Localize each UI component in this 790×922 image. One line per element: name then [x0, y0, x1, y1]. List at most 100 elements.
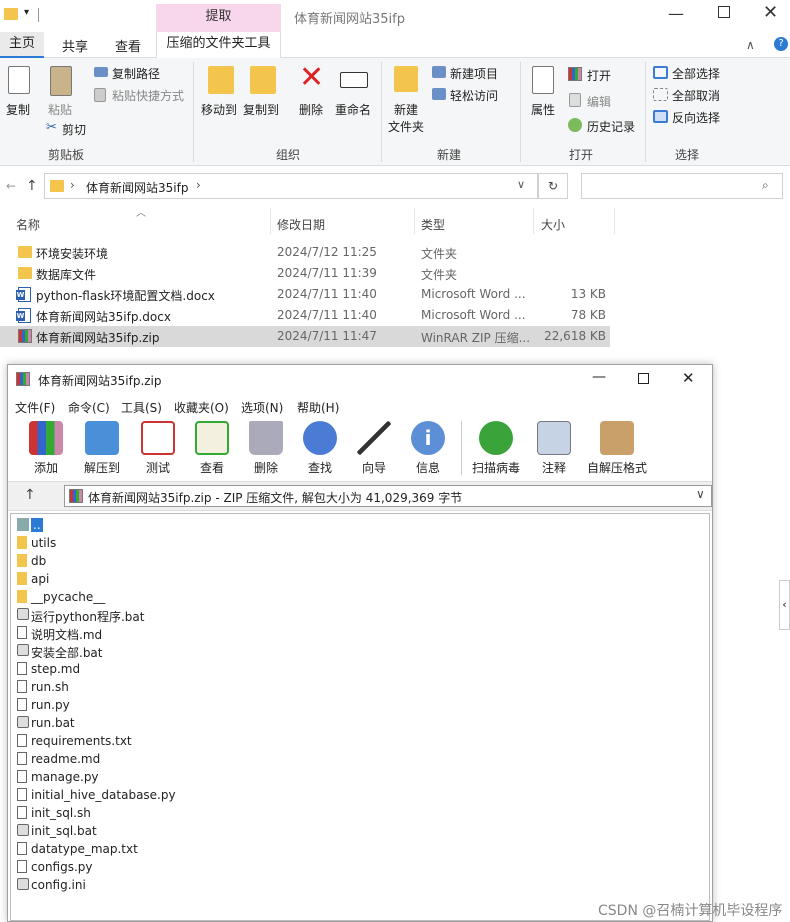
menu-help[interactable]: 帮助(H): [297, 399, 339, 416]
history-button[interactable]: 历史记录: [587, 118, 635, 135]
up-arrow-icon[interactable]: ↑: [26, 178, 38, 194]
paste-shortcut-button[interactable]: 粘贴快捷方式: [112, 87, 184, 104]
tool-sfx[interactable]: 自解压格式: [584, 421, 650, 476]
archive-item-name: init_sql.bat: [31, 824, 97, 838]
file-date: 2024/7/11 11:40: [277, 308, 377, 322]
file-row[interactable]: 环境安装环境 2024/7/12 11:25 文件夹: [0, 242, 610, 263]
document-icon: [17, 770, 27, 783]
archive-item-name: datatype_map.txt: [31, 842, 138, 856]
breadcrumb-chevron-icon[interactable]: ›: [196, 178, 201, 192]
tool-wizard[interactable]: 向导: [354, 421, 394, 476]
folder-icon: [17, 536, 27, 549]
menu-file[interactable]: 文件(F): [15, 399, 55, 416]
file-row[interactable]: 体育新闻网站35ifp.docx 2024/7/11 11:40 Microso…: [0, 305, 610, 326]
paste-button[interactable]: 粘贴: [48, 101, 72, 118]
file-name: 体育新闻网站35ifp.docx: [36, 310, 171, 324]
group-label-new: 新建: [437, 148, 462, 162]
select-all-button[interactable]: 全部选择: [672, 65, 720, 82]
back-arrow-icon[interactable]: ←: [6, 179, 16, 193]
tab-compressed-folder-tools[interactable]: 压缩的文件夹工具: [156, 32, 281, 58]
easy-access-button[interactable]: 轻松访问: [450, 87, 498, 104]
file-type: WinRAR ZIP 压缩...: [421, 331, 531, 345]
file-row[interactable]: python-flask环境配置文档.docx 2024/7/11 11:40 …: [0, 284, 610, 305]
move-to-button[interactable]: 移动到: [201, 101, 237, 118]
parent-folder-icon: [17, 518, 29, 531]
folder-icon: [18, 246, 32, 258]
quick-access-dropdown-icon[interactable]: ▾: [24, 7, 29, 18]
tool-label: 查找: [307, 461, 332, 475]
breadcrumb-chevron-icon[interactable]: ›: [70, 178, 75, 192]
group-label-open: 打开: [569, 148, 594, 162]
delete-button[interactable]: 删除: [299, 101, 323, 118]
column-header-name[interactable]: 名称: [16, 216, 40, 233]
search-input[interactable]: [581, 173, 783, 199]
archive-item-name: 运行python程序.bat: [31, 610, 145, 624]
window-title: 体育新闻网站35ifp: [294, 12, 405, 27]
copy-path-button[interactable]: 复制路径: [112, 65, 160, 82]
tab-view[interactable]: 查看: [115, 36, 141, 55]
divider: [414, 208, 415, 234]
open-winrar-icon: [568, 67, 582, 81]
view-book-icon: [195, 421, 229, 455]
new-item-button[interactable]: 新建项目: [450, 65, 498, 82]
tool-info[interactable]: i 信息: [408, 421, 448, 476]
rename-button[interactable]: 重命名: [335, 101, 371, 118]
ribbon-collapse-icon[interactable]: ∧: [746, 38, 755, 52]
tool-comment[interactable]: 注释: [534, 421, 574, 476]
winrar-minimize-button[interactable]: —: [592, 369, 606, 385]
tool-view[interactable]: 查看: [192, 421, 232, 476]
close-button[interactable]: ✕: [763, 2, 778, 23]
edit-button[interactable]: 编辑: [587, 93, 611, 110]
invert-selection-button[interactable]: 反向选择: [672, 109, 720, 126]
column-header-size[interactable]: 大小: [541, 216, 565, 233]
test-clipboard-icon: [141, 421, 175, 455]
archive-item-name: config.ini: [31, 878, 86, 892]
file-row[interactable]: 数据库文件 2024/7/11 11:39 文件夹: [0, 263, 610, 284]
tab-home[interactable]: 主页: [0, 32, 44, 58]
select-none-button[interactable]: 全部取消: [672, 87, 720, 104]
copy-to-button[interactable]: 复制到: [243, 101, 279, 118]
side-panel-toggle-icon[interactable]: ‹: [779, 580, 790, 630]
menu-commands[interactable]: 命令(C): [68, 399, 110, 416]
tool-delete[interactable]: 删除: [246, 421, 286, 476]
maximize-button[interactable]: [718, 6, 730, 18]
folder-icon[interactable]: [4, 8, 18, 20]
open-button[interactable]: 打开: [587, 67, 611, 84]
archive-item-name: ..: [31, 518, 43, 532]
tool-find[interactable]: 查找: [300, 421, 340, 476]
file-name: 体育新闻网站35ifp.zip: [36, 331, 160, 345]
history-dropdown-icon[interactable]: ∨: [517, 178, 525, 191]
tool-scan-virus[interactable]: 扫描病毒: [470, 421, 522, 476]
help-icon[interactable]: ?: [774, 37, 788, 51]
properties-button[interactable]: 属性: [531, 101, 555, 118]
cut-button[interactable]: 剪切: [62, 121, 86, 138]
menu-options[interactable]: 选项(N): [241, 399, 283, 416]
winrar-maximize-button[interactable]: [638, 373, 649, 384]
context-tab-extract[interactable]: 提取: [156, 4, 281, 32]
up-arrow-icon[interactable]: ↑: [24, 487, 36, 503]
winrar-file-list: .. utils db api __pycache__ 运行python程序.bat 说明文…: [10, 513, 710, 921]
column-header-date[interactable]: 修改日期: [277, 216, 325, 233]
tool-extract-to[interactable]: 解压到: [80, 421, 124, 476]
tab-share[interactable]: 共享: [62, 36, 88, 55]
archive-item-name: requirements.txt: [31, 734, 132, 748]
breadcrumb[interactable]: 体育新闻网站35ifp: [86, 179, 188, 196]
tool-label: 自解压格式: [586, 461, 647, 475]
new-folder-button-line1[interactable]: 新建: [394, 101, 418, 118]
menu-tools[interactable]: 工具(S): [121, 399, 162, 416]
refresh-button[interactable]: ↻: [538, 173, 568, 199]
batch-file-icon: [17, 824, 29, 836]
file-row-selected[interactable]: 体育新闻网站35ifp.zip 2024/7/11 11:47 WinRAR Z…: [0, 326, 610, 347]
archive-item-name: initial_hive_database.py: [31, 788, 176, 802]
copy-button[interactable]: 复制: [6, 101, 30, 118]
tool-test[interactable]: 测试: [138, 421, 178, 476]
tool-add[interactable]: 添加: [26, 421, 66, 476]
path-dropdown-icon[interactable]: ∨: [696, 487, 705, 501]
minimize-button[interactable]: —: [668, 4, 684, 23]
winrar-close-button[interactable]: ✕: [682, 369, 695, 387]
history-icon: [568, 118, 582, 132]
column-header-type[interactable]: 类型: [421, 216, 445, 233]
new-folder-button-line2[interactable]: 文件夹: [388, 118, 424, 135]
divider: [614, 208, 615, 234]
menu-favorites[interactable]: 收藏夹(O): [174, 399, 229, 416]
